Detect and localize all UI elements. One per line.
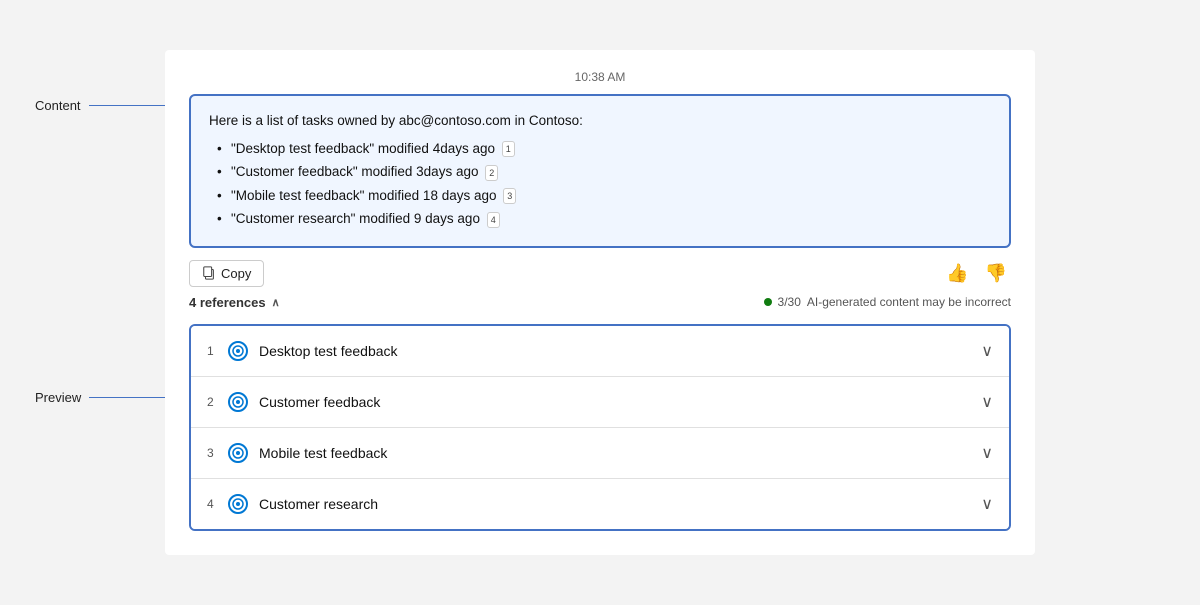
main-panel: 10:38 AM Here is a list of tasks owned b…	[165, 50, 1035, 555]
ref-number-3: 3	[207, 446, 227, 460]
task-item-1: "Desktop test feedback" modified 4days a…	[217, 138, 991, 160]
ai-count: 3/30	[778, 295, 801, 309]
references-container: 1 Desktop test feedback ∨ 2	[189, 324, 1011, 531]
ref-number-1: 1	[207, 344, 227, 358]
ai-status: 3/30 AI-generated content may be incorre…	[764, 295, 1011, 309]
ref-number-4: 4	[207, 497, 227, 511]
loop-icon-2	[227, 391, 249, 413]
chevron-down-icon-1: ∨	[981, 341, 993, 361]
task-item-2: "Customer feedback" modified 3days ago 2	[217, 161, 991, 183]
feedback-icons: 👍 👎	[942, 261, 1011, 286]
ref-title-1: Desktop test feedback	[259, 343, 973, 359]
outer-container: Content Preview 10:38 AM Here is a list …	[0, 0, 1200, 605]
ref-badge-1: 1	[502, 141, 515, 157]
ai-label: AI-generated content may be incorrect	[807, 295, 1011, 309]
copy-icon	[202, 266, 216, 280]
ref-badge-4: 4	[487, 212, 500, 228]
loop-icon-3	[227, 442, 249, 464]
content-label: Content	[35, 98, 179, 113]
thumbs-up-button[interactable]: 👍	[942, 261, 972, 286]
task-item-4: "Customer research" modified 9 days ago …	[217, 208, 991, 230]
copy-button[interactable]: Copy	[189, 260, 264, 287]
loop-icon-4	[227, 493, 249, 515]
task-item-3: "Mobile test feedback" modified 18 days …	[217, 185, 991, 207]
loop-icon-1	[227, 340, 249, 362]
preview-label: Preview	[35, 390, 179, 405]
ref-badge-2: 2	[485, 165, 498, 181]
references-bar: 4 references ∧ 3/30 AI-generated content…	[189, 295, 1011, 310]
chevron-down-icon-2: ∨	[981, 392, 993, 412]
ref-title-3: Mobile test feedback	[259, 445, 973, 461]
ref-number-2: 2	[207, 395, 227, 409]
ref-item-3[interactable]: 3 Mobile test feedback ∨	[191, 428, 1009, 479]
message-intro: Here is a list of tasks owned by abc@con…	[209, 110, 991, 132]
ref-item-1[interactable]: 1 Desktop test feedback ∨	[191, 326, 1009, 377]
message-bubble: Here is a list of tasks owned by abc@con…	[189, 94, 1011, 248]
ref-item-4[interactable]: 4 Customer research ∨	[191, 479, 1009, 529]
green-dot-icon	[764, 298, 772, 306]
thumbs-down-button[interactable]: 👎	[981, 261, 1011, 286]
ref-title-2: Customer feedback	[259, 394, 973, 410]
ref-title-4: Customer research	[259, 496, 973, 512]
ref-badge-3: 3	[503, 188, 516, 204]
task-list: "Desktop test feedback" modified 4days a…	[209, 138, 991, 230]
chevron-down-icon-3: ∨	[981, 443, 993, 463]
action-bar: Copy 👍 👎	[189, 260, 1011, 287]
timestamp: 10:38 AM	[189, 70, 1011, 84]
chevron-up-icon: ∧	[272, 296, 280, 309]
chevron-down-icon-4: ∨	[981, 494, 993, 514]
references-label[interactable]: 4 references ∧	[189, 295, 280, 310]
ref-item-2[interactable]: 2 Customer feedback ∨	[191, 377, 1009, 428]
